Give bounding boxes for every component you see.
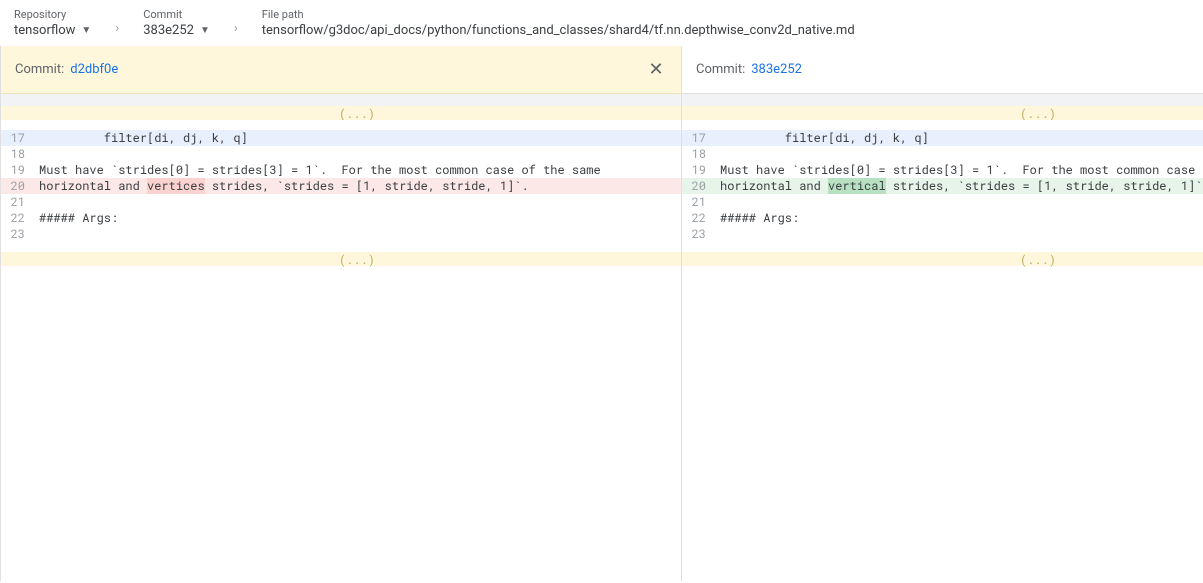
breadcrumb-commit[interactable]: Commit 383e252 ▼ — [143, 8, 210, 38]
commit-hash-link[interactable]: d2dbf0e — [70, 62, 118, 77]
code-line: 18 — [682, 146, 1203, 162]
breadcrumb-filepath[interactable]: File path tensorflow/g3doc/api_docs/pyth… — [262, 8, 855, 38]
diff-word-removed: vertices — [147, 178, 205, 194]
fold-indicator[interactable]: (...) — [33, 106, 681, 120]
code-line: 21 — [682, 194, 1203, 210]
fold-indicator[interactable]: (...) — [714, 106, 1203, 120]
code-line: 23 — [682, 226, 1203, 242]
left-pane-header: Commit: d2dbf0e ✕ — [1, 46, 681, 94]
breadcrumb-repository[interactable]: Repository tensorflow ▼ — [14, 8, 91, 38]
fold-indicator[interactable]: (...) — [714, 252, 1203, 266]
commit-hash-link[interactable]: 383e252 — [751, 62, 802, 77]
diff-pane-left: Commit: d2dbf0e ✕ (...) 17 filter[di, dj… — [1, 46, 681, 581]
breadcrumb-repo-value: tensorflow — [14, 23, 75, 38]
code-line: 21 — [1, 194, 681, 210]
breadcrumb-commit-label: Commit — [143, 8, 210, 21]
code-line: 17 filter[di, dj, k, q] — [1, 130, 681, 146]
chevron-right-icon: › — [115, 21, 119, 38]
left-code-scroll[interactable]: (...) 17 filter[di, dj, k, q] 18 19Must … — [1, 106, 681, 581]
fold-indicator[interactable]: (...) — [33, 252, 681, 266]
code-line: 18 — [1, 146, 681, 162]
diff-area: Commit: d2dbf0e ✕ (...) 17 filter[di, dj… — [1, 46, 1203, 581]
code-line: 23 — [1, 226, 681, 242]
code-line: 17 filter[di, dj, k, q] — [682, 130, 1203, 146]
close-icon[interactable]: ✕ — [645, 59, 667, 81]
diff-pane-right: Commit: 383e252 HISTORY (...) 17 filter[… — [681, 46, 1203, 581]
dropdown-icon: ▼ — [81, 25, 91, 36]
code-line: 22##### Args: — [1, 210, 681, 226]
breadcrumb-file-value: tensorflow/g3doc/api_docs/python/functio… — [262, 23, 855, 38]
right-code-scroll[interactable]: (...) 17 filter[di, dj, k, q] 18 19Must … — [682, 106, 1203, 581]
code-line: 19Must have `strides[0] = strides[3] = 1… — [682, 162, 1203, 178]
chevron-right-icon: › — [234, 21, 238, 38]
code-line-added: 20horizontal and vertical strides, `stri… — [682, 178, 1203, 194]
breadcrumb-commit-value: 383e252 — [143, 23, 194, 38]
right-pane-header: Commit: 383e252 HISTORY — [682, 46, 1203, 94]
breadcrumb-repo-label: Repository — [14, 8, 91, 21]
breadcrumb-file-label: File path — [262, 8, 855, 21]
code-line: 22##### Args: — [682, 210, 1203, 226]
code-line: 19Must have `strides[0] = strides[3] = 1… — [1, 162, 681, 178]
commit-label: Commit: — [696, 62, 745, 77]
code-line-removed: 20horizontal and vertices strides, `stri… — [1, 178, 681, 194]
diff-word-added: vertical — [828, 178, 886, 194]
breadcrumb: Repository tensorflow ▼ › Commit 383e252… — [0, 0, 1203, 46]
commit-label: Commit: — [15, 62, 64, 77]
dropdown-icon: ▼ — [200, 25, 210, 36]
